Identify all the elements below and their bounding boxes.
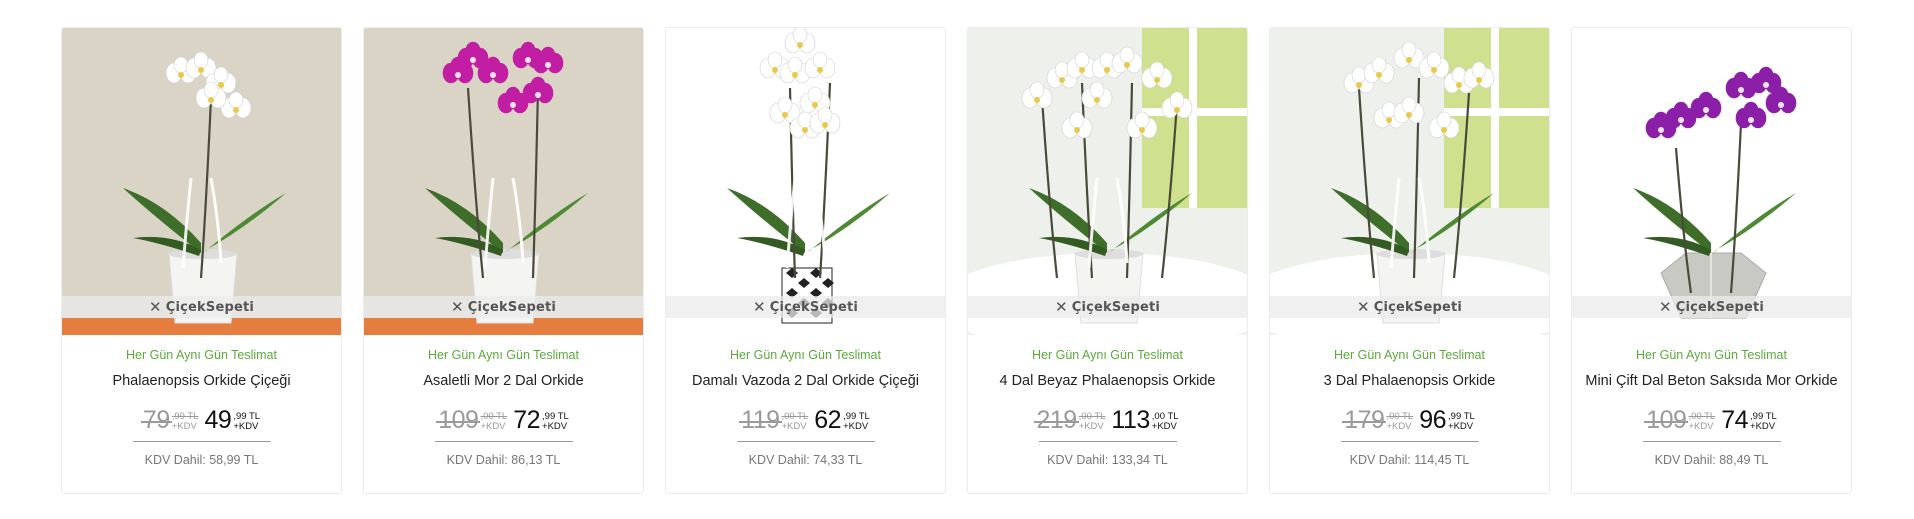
kdv-included-price: KDV Dahil: 133,34 TL [1047, 453, 1168, 467]
product-card[interactable]: ✕ ÇiçekSepeti Her Gün Aynı Gün Teslimat 4… [967, 27, 1248, 494]
delivery-badge: Her Gün Aynı Gün Teslimat [1635, 348, 1787, 362]
product-name[interactable]: Phalaenopsis Orkide Çiçeği [112, 373, 290, 389]
product-card[interactable]: ✕ ÇiçekSepeti Her Gün Aynı Gün Teslimat 3… [1269, 27, 1550, 494]
watermark-text: ÇiçekSepeti [165, 299, 255, 315]
kdv-included-price: KDV Dahil: 114,45 TL [1349, 453, 1470, 467]
kdv-included-price: KDV Dahil: 58,99 TL [144, 453, 259, 467]
delivery-badge: Her Gün Aynı Gün Teslimat [1031, 348, 1183, 362]
current-price: 74,99 TL +KDV [1721, 406, 1777, 434]
price-divider [1340, 441, 1479, 442]
price-row: 179,00 TL +KDV 96,99 TL +KDV [1342, 406, 1475, 434]
current-price: 96,99 TL +KDV [1419, 406, 1475, 434]
brand-watermark: ✕ ÇiçekSepeti [666, 296, 945, 318]
brand-watermark: ✕ ÇiçekSepeti [62, 296, 341, 318]
brand-watermark: ✕ ÇiçekSepeti [1270, 296, 1549, 318]
price-row: 119,00 TL +KDV 62,99 TL +KDV [739, 406, 870, 434]
watermark-text: ÇiçekSepeti [467, 299, 557, 315]
product-card[interactable]: ✕ ÇiçekSepeti Her Gün Aynı Gün Teslimat P… [61, 27, 342, 494]
current-price: 49,99 TL +KDV [204, 406, 261, 434]
delivery-badge: Her Gün Aynı Gün Teslimat [1333, 348, 1485, 362]
product-image[interactable]: ✕ ÇiçekSepeti [1572, 28, 1851, 335]
watermark-text: ÇiçekSepeti [1675, 299, 1765, 315]
kdv-included-price: KDV Dahil: 86,13 TL [446, 453, 561, 467]
product-name[interactable]: 4 Dal Beyaz Phalaenopsis Orkide [999, 373, 1215, 389]
flower-logo-icon: ✕ [752, 298, 766, 316]
product-name[interactable]: Mini Çift Dal Beton Saksıda Mor Orkide [1585, 373, 1837, 389]
price-divider [736, 441, 875, 442]
watermark-text: ÇiçekSepeti [1373, 299, 1463, 315]
current-price: 62,99 TL +KDV [814, 406, 870, 434]
old-price: 179,00 TL +KDV [1342, 406, 1414, 434]
brand-watermark: ✕ ÇiçekSepeti [968, 296, 1247, 318]
price-row: 109,00 TL +KDV 72,99 TL +KDV [436, 406, 569, 434]
brand-watermark: ✕ ÇiçekSepeti [364, 296, 643, 318]
old-price: 109,00 TL +KDV [436, 406, 508, 434]
product-name[interactable]: Asaletli Mor 2 Dal Orkide [423, 373, 583, 389]
product-image[interactable]: ✕ ÇiçekSepeti [968, 28, 1247, 335]
price-divider [1038, 441, 1177, 442]
watermark-text: ÇiçekSepeti [1071, 299, 1161, 315]
kdv-included-price: KDV Dahil: 88,49 TL [1654, 453, 1769, 467]
old-price: 219,00 TL +KDV [1034, 406, 1106, 434]
flower-logo-icon: ✕ [1356, 298, 1370, 316]
delivery-badge: Her Gün Aynı Gün Teslimat [729, 348, 881, 362]
price-divider [132, 441, 271, 442]
kdv-included-price: KDV Dahil: 74,33 TL [748, 453, 863, 467]
product-name[interactable]: Damalı Vazoda 2 Dal Orkide Çiçeği [692, 373, 919, 389]
product-image[interactable]: ✕ ÇiçekSepeti [1270, 28, 1549, 335]
product-grid: ✕ ÇiçekSepeti Her Gün Aynı Gün Teslimat P… [61, 27, 1852, 494]
product-name[interactable]: 3 Dal Phalaenopsis Orkide [1324, 373, 1496, 389]
old-price: 119,00 TL +KDV [739, 406, 809, 434]
product-image[interactable]: ✕ ÇiçekSepeti [364, 28, 643, 335]
product-image[interactable]: ✕ ÇiçekSepeti [666, 28, 945, 335]
current-price: 72,99 TL +KDV [513, 406, 569, 434]
old-price: 109,00 TL +KDV [1644, 406, 1716, 434]
product-card[interactable]: ✕ ÇiçekSepeti Her Gün Aynı Gün Teslimat M… [1571, 27, 1852, 494]
brand-watermark: ✕ ÇiçekSepeti [1572, 296, 1851, 318]
watermark-text: ÇiçekSepeti [769, 299, 859, 315]
price-row: 219,00 TL +KDV 113,00 TL +KDV [1034, 406, 1179, 434]
price-row: 109,00 TL +KDV 74,99 TL +KDV [1644, 406, 1777, 434]
product-card[interactable]: ✕ ÇiçekSepeti Her Gün Aynı Gün Teslimat D… [665, 27, 946, 494]
delivery-badge: Her Gün Aynı Gün Teslimat [427, 348, 579, 362]
flower-logo-icon: ✕ [450, 298, 464, 316]
price-divider [434, 441, 573, 442]
price-divider [1642, 441, 1781, 442]
current-price: 113,00 TL +KDV [1111, 406, 1179, 434]
flower-logo-icon: ✕ [148, 298, 162, 316]
price-row: 79,99 TL +KDV 49,99 TL +KDV [140, 406, 261, 434]
delivery-badge: Her Gün Aynı Gün Teslimat [125, 348, 277, 362]
product-image[interactable]: ✕ ÇiçekSepeti [62, 28, 341, 335]
product-card[interactable]: ✕ ÇiçekSepeti Her Gün Aynı Gün Teslimat A… [363, 27, 644, 494]
flower-logo-icon: ✕ [1054, 298, 1068, 316]
flower-logo-icon: ✕ [1658, 298, 1672, 316]
old-price: 79,99 TL +KDV [140, 406, 199, 434]
